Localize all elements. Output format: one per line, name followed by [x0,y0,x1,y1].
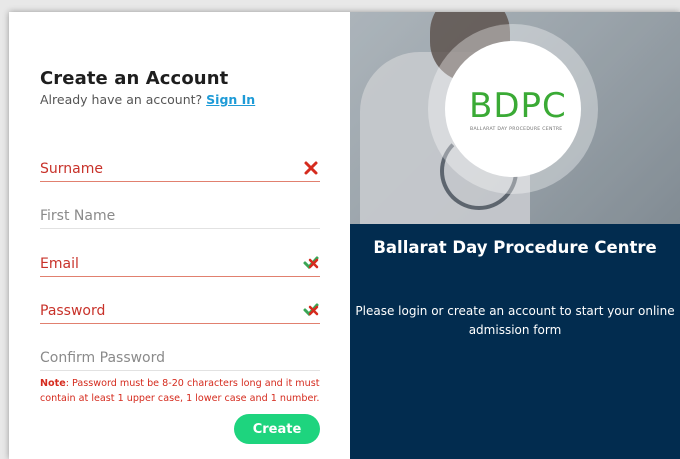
form-title: Create an Account [40,68,229,89]
first-name-input[interactable] [40,205,290,227]
create-account-card: Create an Account Already have an accoun… [9,12,680,459]
red-x-icon [304,161,318,175]
signin-prompt: Already have an account? [40,92,203,107]
confirm-password-underline [40,370,320,371]
email-field-wrapper [40,253,320,277]
form-panel: Create an Account Already have an accoun… [9,12,350,459]
create-button[interactable]: Create [234,414,320,444]
surname-underline [40,181,320,182]
brand-panel: BDPC BALLARAT DAY PROCEDURE CENTRE Balla… [350,12,680,459]
green-red-check-icon [303,303,319,317]
sign-in-link[interactable]: Sign In [206,92,255,107]
email-input[interactable] [40,253,290,275]
password-note-text: : Password must be 8-20 characters long … [40,378,320,404]
doctor-photo: BDPC BALLARAT DAY PROCEDURE CENTRE [350,12,680,224]
first-name-field-wrapper [40,205,320,229]
confirm-password-field-wrapper [40,347,320,371]
brand-description: Please login or create an account to sta… [355,304,675,337]
surname-input[interactable] [40,158,290,180]
green-red-check-icon [303,256,319,270]
bdpc-logo: BDPC [469,86,567,126]
email-underline [40,276,320,277]
signin-prompt-line: Already have an account? Sign In [40,92,255,107]
logo-subtitle: BALLARAT DAY PROCEDURE CENTRE [470,127,563,132]
confirm-password-input[interactable] [40,347,290,369]
password-note-label: Note [40,378,66,389]
password-field-wrapper [40,300,320,324]
first-name-underline [40,228,320,229]
brand-title: Ballarat Day Procedure Centre [373,238,657,257]
surname-field-wrapper [40,158,320,182]
password-underline [40,323,320,324]
password-input[interactable] [40,300,290,322]
password-note: Note: Password must be 8-20 characters l… [40,376,330,406]
